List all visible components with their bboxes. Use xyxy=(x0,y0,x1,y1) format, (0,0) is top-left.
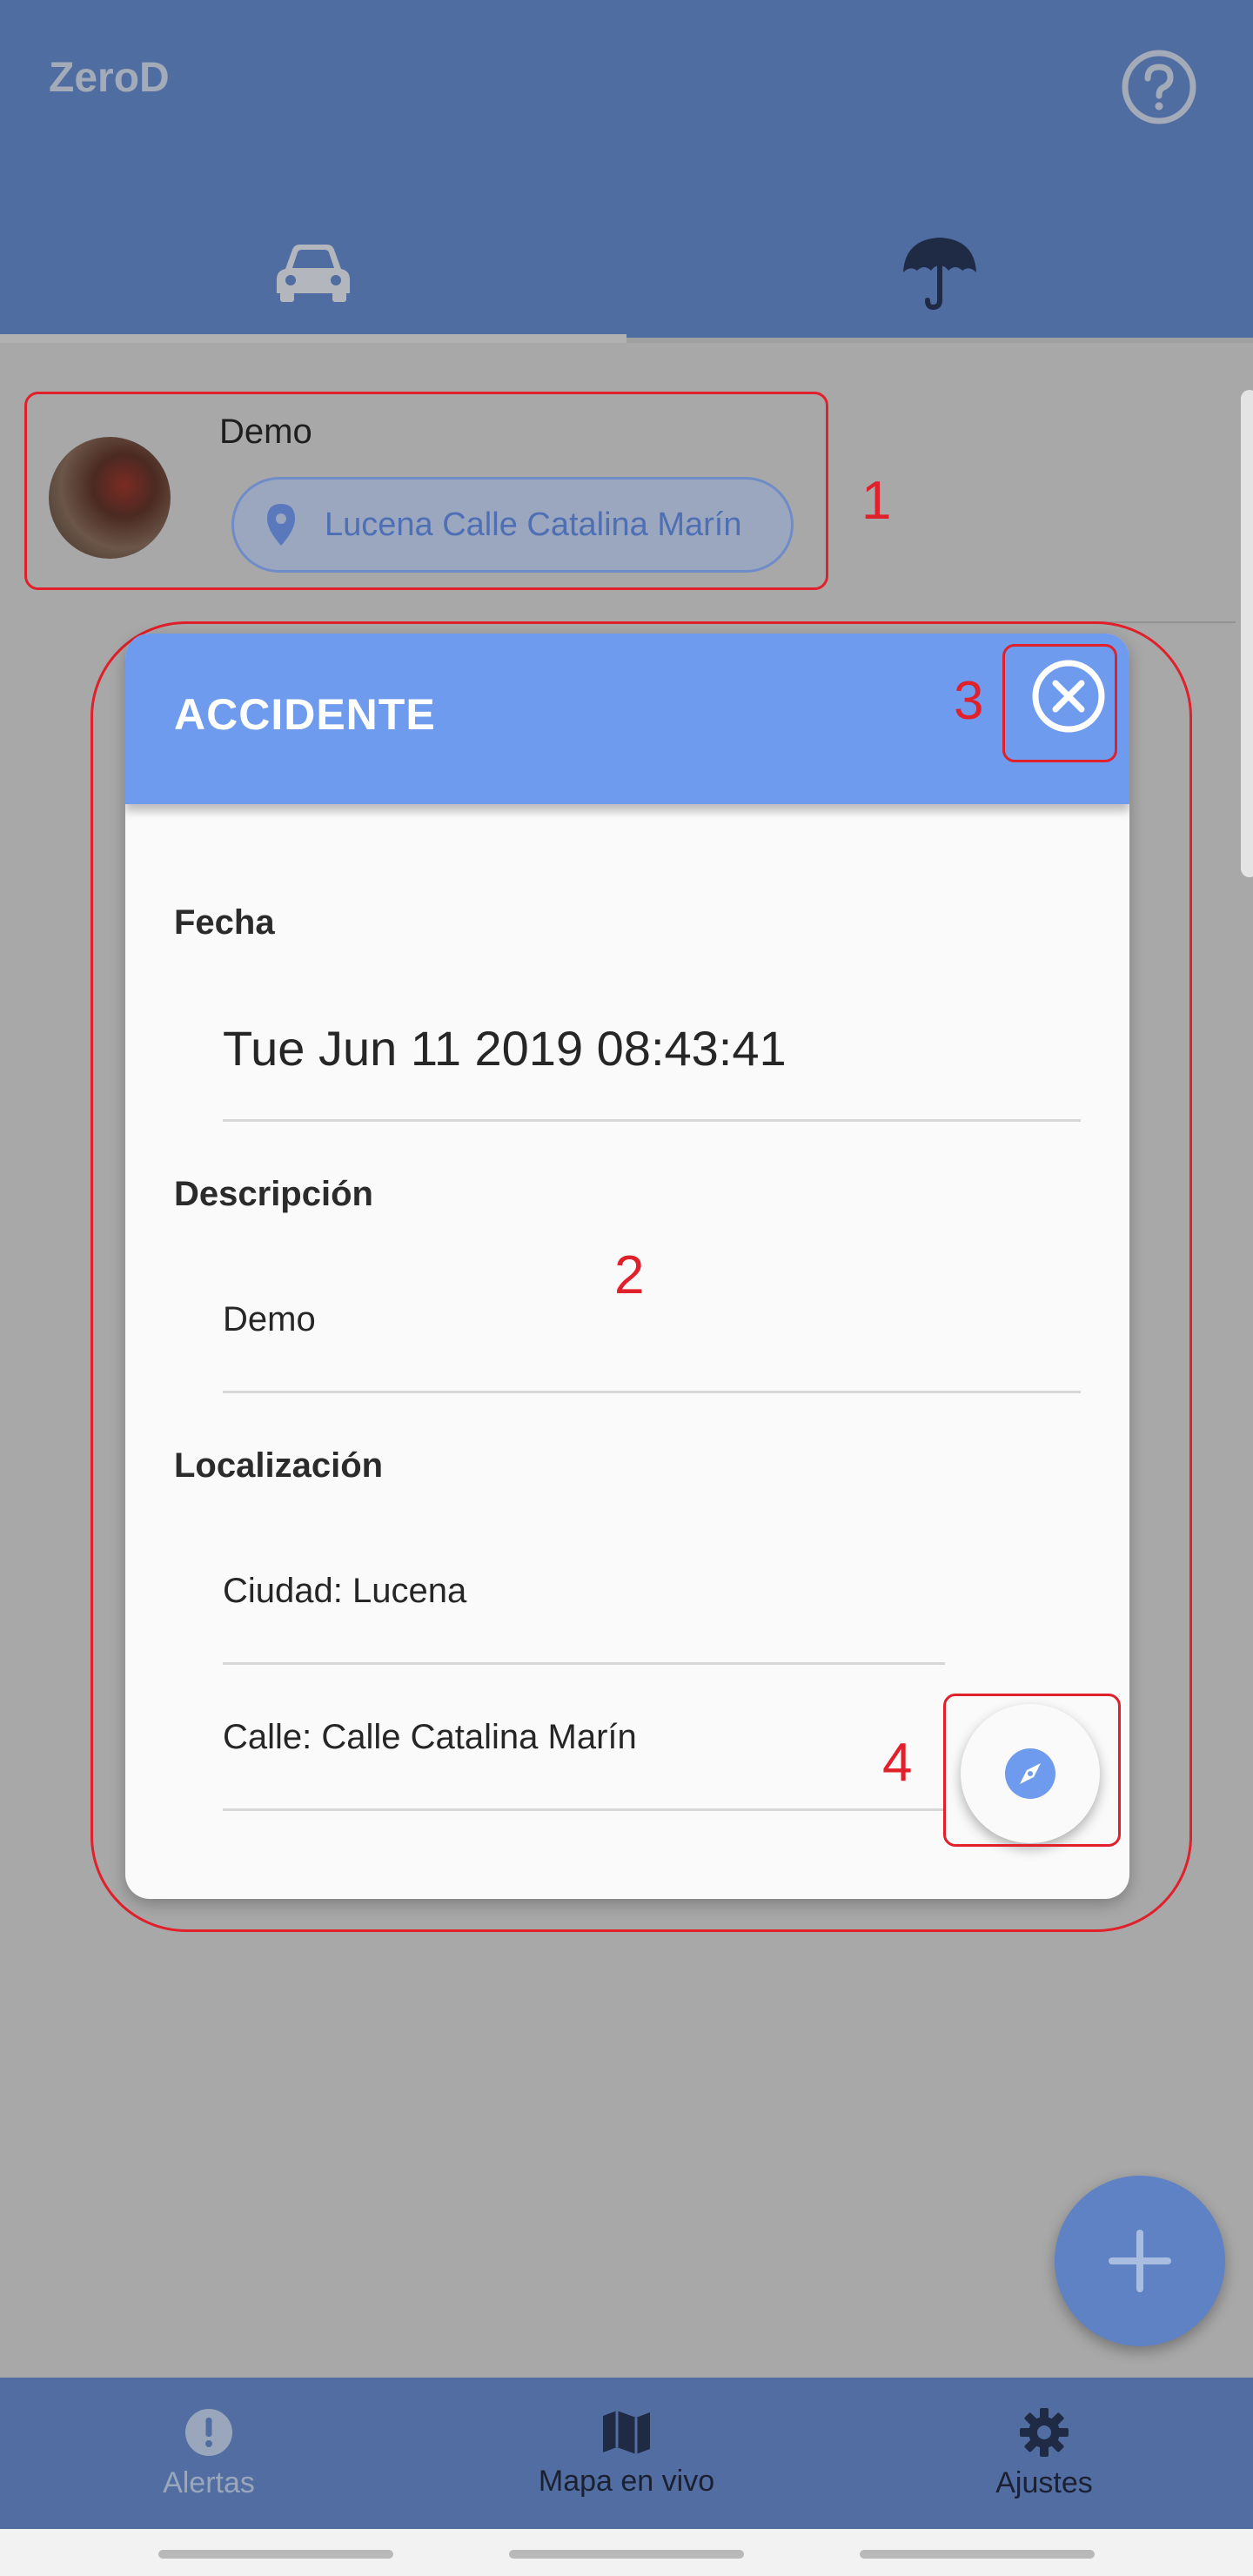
plus-icon xyxy=(1109,2230,1171,2292)
nav-label-mapa: Mapa en vivo xyxy=(538,2464,715,2498)
gesture-handle-left[interactable] xyxy=(158,2550,393,2559)
nav-label-alertas: Alertas xyxy=(163,2465,255,2499)
system-navigation-bar xyxy=(0,2529,1253,2576)
street-value: Calle: Calle Catalina Marín xyxy=(223,1718,637,1756)
location-label: Localización xyxy=(174,1446,384,1485)
annotation-number-1: 1 xyxy=(861,471,892,531)
city-underline xyxy=(223,1662,945,1665)
annotation-box-1 xyxy=(24,392,828,590)
tab-divider xyxy=(626,338,1253,343)
city-value: Ciudad: Lucena xyxy=(223,1572,467,1610)
alert-icon xyxy=(185,2408,232,2456)
description-underline xyxy=(223,1391,1081,1393)
street-underline xyxy=(223,1808,945,1811)
tab-indicator xyxy=(0,334,626,343)
help-icon[interactable] xyxy=(1121,49,1197,125)
car-icon xyxy=(273,241,353,308)
app-title: ZeroD xyxy=(49,55,170,101)
date-label: Fecha xyxy=(174,903,275,942)
nav-item-ajustes[interactable]: Ajustes xyxy=(835,2378,1253,2529)
nav-item-alertas[interactable]: Alertas xyxy=(0,2378,418,2529)
annotation-number-4: 4 xyxy=(882,1733,913,1793)
date-underline xyxy=(223,1119,1081,1122)
gesture-handle-center[interactable] xyxy=(509,2550,744,2559)
annotation-box-4 xyxy=(943,1694,1121,1847)
app-bar: ZeroD xyxy=(0,0,1253,343)
tab-umbrella[interactable] xyxy=(626,209,1253,339)
map-icon xyxy=(603,2410,650,2454)
description-label: Descripción xyxy=(174,1175,373,1213)
bottom-navigation: Alertas Mapa en vivo Ajustes xyxy=(0,2378,1253,2529)
nav-item-mapa[interactable]: Mapa en vivo xyxy=(418,2378,835,2529)
gear-icon xyxy=(1020,2407,1069,2457)
scrollbar[interactable] xyxy=(1241,390,1253,877)
date-value: Tue Jun 11 2019 08:43:41 xyxy=(223,1021,787,1076)
gesture-handle-right[interactable] xyxy=(860,2550,1095,2559)
umbrella-icon xyxy=(900,232,980,317)
add-button[interactable] xyxy=(1055,2176,1225,2346)
annotation-box-3 xyxy=(1002,644,1117,762)
tab-car[interactable] xyxy=(0,209,626,339)
nav-label-ajustes: Ajustes xyxy=(995,2465,1093,2499)
annotation-number-3: 3 xyxy=(954,671,984,731)
description-value: Demo xyxy=(223,1300,316,1338)
annotation-number-2: 2 xyxy=(614,1245,645,1305)
dialog-title: ACCIDENTE xyxy=(174,690,436,739)
